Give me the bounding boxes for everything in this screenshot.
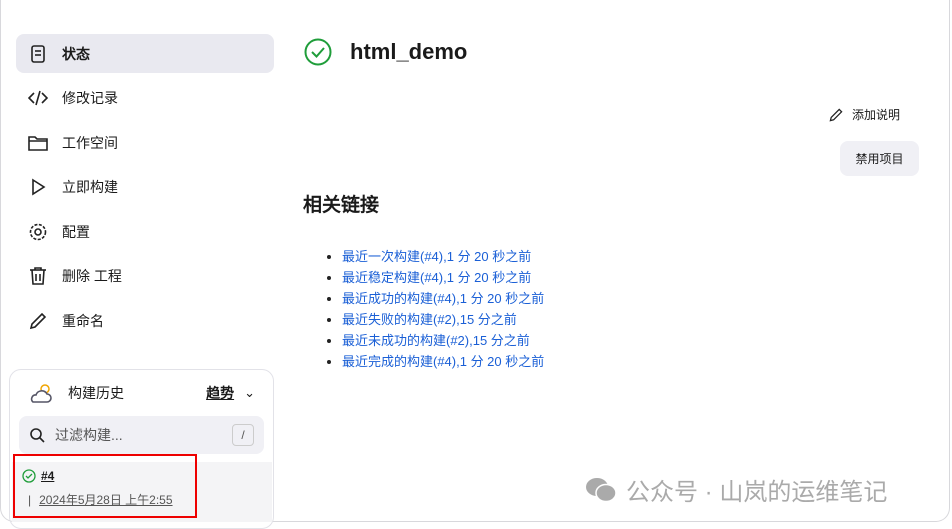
chevron-down-icon[interactable]: ⌄ [244, 385, 255, 401]
list-item: 最近完成的构建(#4),1 分 20 秒之前 [342, 351, 544, 372]
sidebar-item-delete[interactable]: 删除 工程 [16, 257, 274, 296]
filter-placeholder: 过滤构建... [55, 427, 123, 443]
last-failed-build-link[interactable]: 最近失败的构建(#2),15 分之前 [342, 312, 517, 327]
sidebar-item-label: 立即构建 [62, 179, 118, 196]
play-icon [32, 178, 46, 196]
sidebar-item-workspace[interactable]: 工作空间 [16, 123, 274, 162]
project-name: html_demo [350, 39, 468, 64]
folder-icon [28, 135, 48, 151]
sidebar-item-label: 状态 [62, 45, 90, 62]
sidebar-item-label: 删除 工程 [62, 268, 122, 285]
last-unsuccessful-build-link[interactable]: 最近未成功的构建(#2),15 分之前 [342, 333, 530, 348]
sidebar-item-label: 工作空间 [62, 134, 118, 151]
weather-cloud-sun-icon [30, 384, 52, 403]
pencil-icon [829, 107, 843, 121]
sidebar: 状态 修改记录 工作空间 立即构建 配置 删除 工程 重命名 [16, 34, 274, 346]
add-description-button[interactable]: 添加说明 [828, 106, 900, 123]
search-icon [30, 428, 45, 443]
watermark: 公众号 · 山岚的运维笔记 [584, 472, 887, 507]
trend-link[interactable]: 趋势 [206, 383, 234, 403]
sidebar-item-rename[interactable]: 重命名 [16, 302, 274, 341]
build-date-link[interactable]: 2024年5月28日 上午2:55 [39, 493, 172, 507]
list-item: 最近失败的构建(#2),15 分之前 [342, 309, 544, 330]
code-icon [28, 90, 48, 106]
last-completed-build-link[interactable]: 最近完成的构建(#4),1 分 20 秒之前 [342, 354, 544, 369]
shortcut-hint: / [232, 424, 254, 446]
sidebar-item-build-now[interactable]: 立即构建 [16, 168, 274, 207]
trash-icon [30, 267, 46, 286]
related-links-title: 相关链接 [303, 195, 380, 216]
disable-project-button[interactable]: 禁用项目 [840, 141, 919, 176]
add-description-label: 添加说明 [852, 108, 901, 122]
list-item: 最近未成功的构建(#2),15 分之前 [342, 330, 544, 351]
sidebar-item-label: 修改记录 [62, 90, 118, 107]
gear-icon [29, 223, 47, 241]
sidebar-item-status[interactable]: 状态 [16, 34, 274, 73]
list-item: 最近一次构建(#4),1 分 20 秒之前 [342, 246, 544, 267]
build-date[interactable]: | 2024年5月28日 上午2:55 [28, 491, 173, 508]
sidebar-item-label: 重命名 [62, 313, 104, 330]
build-number-link[interactable]: #4 [41, 469, 54, 483]
success-status-icon [304, 38, 332, 66]
watermark-text: 公众号 · 山岚的运维笔记 [626, 479, 888, 506]
page-title: html_demo [304, 38, 467, 66]
wechat-icon [586, 477, 617, 502]
filter-builds-input[interactable]: 过滤构建... / [19, 416, 264, 454]
status-icon [31, 44, 45, 63]
build-number[interactable]: #4 [22, 469, 54, 483]
related-links-list: 最近一次构建(#4),1 分 20 秒之前 最近稳定构建(#4),1 分 20 … [342, 246, 544, 372]
success-check-icon [22, 469, 36, 483]
highlight-box [13, 454, 197, 518]
last-build-link[interactable]: 最近一次构建(#4),1 分 20 秒之前 [342, 249, 531, 264]
last-successful-build-link[interactable]: 最近成功的构建(#4),1 分 20 秒之前 [342, 291, 544, 306]
list-item: 最近稳定构建(#4),1 分 20 秒之前 [342, 267, 544, 288]
list-item: 最近成功的构建(#4),1 分 20 秒之前 [342, 288, 544, 309]
sidebar-item-label: 配置 [62, 223, 90, 240]
sidebar-item-changes[interactable]: 修改记录 [16, 79, 274, 118]
build-history-title: 构建历史 [68, 385, 124, 401]
sidebar-item-configure[interactable]: 配置 [16, 212, 274, 251]
pencil-icon [29, 312, 47, 330]
last-stable-build-link[interactable]: 最近稳定构建(#4),1 分 20 秒之前 [342, 270, 531, 285]
